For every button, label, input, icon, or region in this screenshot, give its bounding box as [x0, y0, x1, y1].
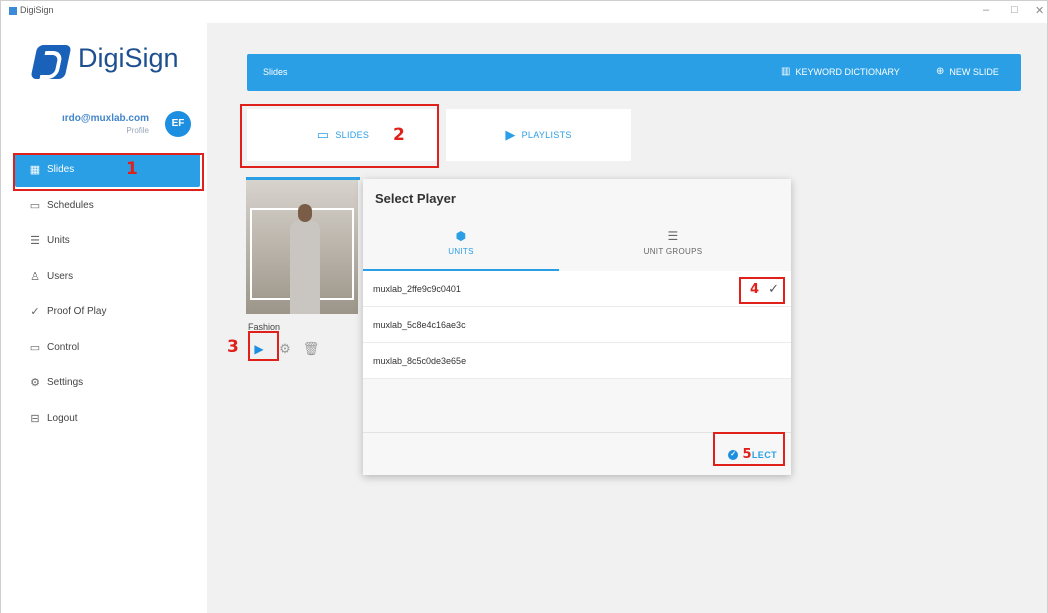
sidebar: DigiSign ırdo@muxlab.com Profile EF ▦ Sl… — [1, 23, 207, 613]
app-icon — [9, 7, 17, 15]
page-header-bar: Slides ▥ KEYWORD DICTIONARY ⊕ NEW SLIDE — [247, 54, 1021, 91]
annotation-number-1: 1 — [126, 159, 138, 179]
sidebar-item-label: Users — [47, 270, 74, 282]
tab-playlists-label: PLAYLISTS — [521, 130, 572, 140]
user-email: ırdo@muxlab.com — [62, 113, 149, 124]
profile-label[interactable]: Profile — [126, 126, 149, 135]
dialog-title: Select Player — [375, 191, 456, 206]
logout-icon: ⊟ — [30, 412, 40, 425]
sidebar-item-logout[interactable]: ⊟ Logout — [15, 402, 200, 436]
sidebar-item-label: Settings — [47, 377, 84, 388]
avatar[interactable]: EF — [165, 111, 191, 137]
window-title: DigiSign — [20, 5, 54, 15]
annotation-box-5 — [713, 432, 785, 466]
sidebar-item-units[interactable]: ☰ Units — [15, 224, 200, 258]
sidebar-nav: ▦ Slides ▭ Schedules ☰ Units ♙ Users ✓ P… — [15, 153, 200, 437]
list-item[interactable]: muxlab_2ffe9c9c0401 ✓ — [363, 271, 791, 307]
unit-list: muxlab_2ffe9c9c0401 ✓ muxlab_5c8e4c16ae3… — [363, 271, 791, 379]
sidebar-item-label: Units — [47, 235, 70, 246]
digisign-logo-icon — [30, 45, 72, 79]
page-title: Slides — [263, 67, 288, 77]
calendar-icon: ▭ — [29, 199, 41, 212]
playlist-icon: ▶ — [505, 127, 516, 142]
annotation-number-3: 3 — [227, 337, 239, 357]
brand-name: DigiSign — [78, 43, 179, 73]
thumbnail-person — [290, 220, 320, 314]
sidebar-item-schedules[interactable]: ▭ Schedules — [15, 189, 200, 223]
annotation-box-3 — [248, 331, 279, 361]
sidebar-item-proof-of-play[interactable]: ✓ Proof Of Play — [15, 295, 200, 329]
list-item[interactable]: muxlab_8c5c0de3e65e — [363, 343, 791, 379]
maximize-button[interactable]: □ — [1011, 4, 1018, 16]
sidebar-item-label: Logout — [47, 412, 78, 424]
annotation-box-1 — [13, 153, 204, 191]
close-button[interactable]: ✕ — [1035, 4, 1044, 17]
sidebar-item-label: Schedules — [47, 199, 94, 211]
list-icon: ☰ — [667, 229, 679, 243]
user-profile[interactable]: ırdo@muxlab.com Profile EF — [31, 111, 191, 141]
server-icon: ☰ — [30, 235, 40, 247]
pulse-icon: ✓ — [30, 306, 40, 318]
tab-unit-groups[interactable]: ☰ UNIT GROUPS — [575, 219, 771, 271]
sidebar-item-control[interactable]: ▭ Control — [15, 331, 200, 365]
new-slide-label: NEW SLIDE — [949, 66, 999, 77]
tab-playlists[interactable]: ▶ PLAYLISTS — [446, 109, 631, 161]
slide-thumbnail[interactable] — [246, 180, 358, 314]
sidebar-item-label: Proof Of Play — [47, 306, 107, 317]
annotation-number-2: 2 — [393, 125, 405, 145]
title-bar: DigiSign – □ ✕ — [1, 1, 1047, 23]
dialog-tabs: ⬢ UNITS ☰ UNIT GROUPS — [363, 219, 791, 271]
unit-name: muxlab_5c8e4c16ae3c — [373, 320, 466, 330]
add-circle-icon: ⊕ — [936, 66, 945, 77]
list-item[interactable]: muxlab_5c8e4c16ae3c — [363, 307, 791, 343]
brand-logo: DigiSign — [30, 43, 194, 93]
gear-icon: ⚙ — [30, 377, 40, 389]
sidebar-item-label: Control — [47, 341, 80, 353]
unit-name: muxlab_2ffe9c9c0401 — [373, 284, 461, 294]
keyword-dictionary-button[interactable]: ▥ KEYWORD DICTIONARY — [781, 66, 900, 77]
app-window: DigiSign – □ ✕ DigiSign ırdo@muxlab.com … — [0, 0, 1048, 613]
tab-unit-groups-label: UNIT GROUPS — [643, 247, 703, 256]
annotation-number-4: 4 — [750, 282, 760, 297]
tab-units-label: UNITS — [448, 247, 474, 256]
trash-icon[interactable]: 🗑 — [298, 341, 324, 357]
tab-units[interactable]: ⬢ UNITS — [363, 219, 559, 271]
keyword-dictionary-label: KEYWORD DICTIONARY — [795, 66, 900, 77]
select-player-dialog: Select Player ⬢ UNITS ☰ UNIT GROUPS muxl… — [363, 179, 791, 475]
monitor-icon: ▭ — [29, 341, 41, 354]
user-icon: ♙ — [30, 270, 40, 283]
annotation-box-2 — [240, 104, 439, 168]
minimize-button[interactable]: – — [983, 4, 989, 16]
annotation-box-4 — [739, 277, 785, 304]
new-slide-button[interactable]: ⊕ NEW SLIDE — [936, 66, 999, 77]
sidebar-item-settings[interactable]: ⚙ Settings — [15, 366, 200, 400]
unit-name: muxlab_8c5c0de3e65e — [373, 356, 467, 366]
cube-icon: ⬢ — [455, 229, 467, 243]
thumbnail-head — [298, 204, 312, 222]
book-icon: ▥ — [781, 66, 791, 77]
sidebar-item-users[interactable]: ♙ Users — [15, 260, 200, 294]
